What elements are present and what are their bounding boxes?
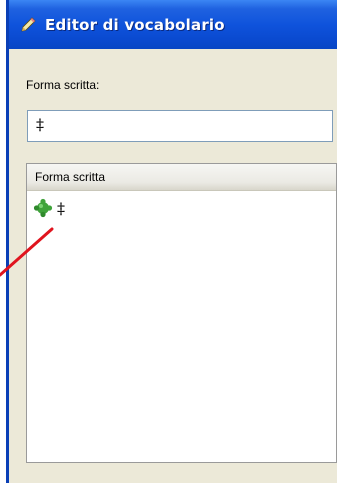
green-puzzle-icon: [33, 198, 53, 218]
list-item-text: ‡: [57, 198, 65, 218]
vocabulary-editor-window: Editor di vocabolario Forma scritta: ‡ F…: [6, 0, 337, 483]
list-item[interactable]: ‡: [27, 195, 336, 221]
title-bar[interactable]: Editor di vocabolario: [9, 0, 337, 49]
written-form-list[interactable]: Forma scritta ‡: [26, 163, 337, 463]
written-form-label: Forma scritta:: [26, 78, 100, 92]
pencil-icon: [19, 16, 37, 34]
screenshot: Editor di vocabolario Forma scritta: ‡ F…: [0, 0, 337, 483]
window-title: Editor di vocabolario: [45, 15, 225, 34]
column-header-written-form[interactable]: Forma scritta: [27, 164, 336, 191]
written-form-input[interactable]: ‡: [27, 110, 333, 142]
